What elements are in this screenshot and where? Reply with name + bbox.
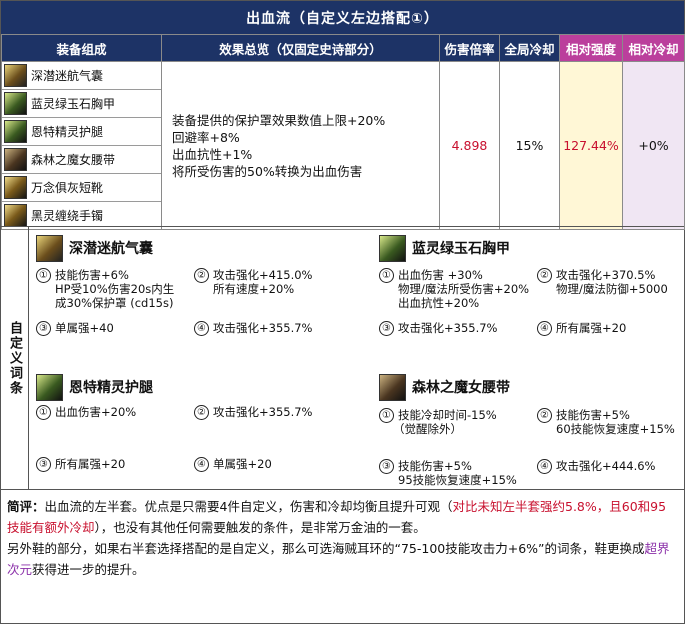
term-line: ③ 单属强+40 (36, 321, 114, 336)
header-effect: 效果总览（仅固定史诗部分） (161, 34, 440, 62)
term-line: ① 技能伤害+6% (36, 268, 129, 283)
belt-icon (4, 148, 27, 171)
term-line: ② 攻击强化+370.5% (537, 268, 656, 283)
term-line: 60技能恢复速度+15% (556, 422, 675, 436)
equipment-item: 深潜迷航气囊 (2, 62, 161, 90)
term-line: 出血抗性+20% (398, 296, 480, 310)
custom-terms-section: 自定义词条 深潜迷航气囊 ① 技能伤害+6% HP受10%伤害20s内生 成30%… (1, 226, 684, 489)
term-line: 成30%保护罩 (cd15s) (55, 296, 174, 310)
rel-cooldown-value: +0% (622, 61, 685, 230)
comment-text: 另外鞋的部分，如果右半套选择搭配的是自定义，那么可选海贼耳环的“75-100技能… (7, 541, 645, 556)
header-rel-cooldown: 相对冷却 (622, 34, 685, 62)
term-line: ② 技能伤害+5% (537, 408, 630, 423)
damage-value: 4.898 (439, 61, 500, 230)
page-title: 出血流（自定义左边搭配①） (1, 1, 684, 34)
chestplate-icon (379, 234, 406, 262)
term-line: ④ 攻击强化+355.7% (194, 321, 313, 336)
equipment-item: 恩特精灵护腿 (2, 118, 161, 146)
header-rel-strength: 相对强度 (559, 34, 623, 62)
term-line: ① 技能冷却时间-15% (379, 408, 497, 423)
term-line: ② 攻击强化+415.0% (194, 268, 313, 283)
term-line: ① 出血伤害 +30% (379, 268, 483, 283)
leggings-icon (36, 373, 63, 401)
equipment-item: 蓝灵绿玉石胸甲 (2, 90, 161, 118)
equipment-item: 森林之魔女腰带 (2, 146, 161, 174)
term-line: ④ 所有属强+20 (537, 321, 626, 336)
custom-item-legs: 恩特精灵护腿 (36, 372, 153, 402)
bracelet-icon (4, 204, 27, 227)
custom-item-airbag: 深潜迷航气囊 (36, 233, 153, 263)
build-card: 出血流（自定义左边搭配①） 装备组成 效果总览（仅固定史诗部分） 伤害倍率 全局… (0, 0, 685, 624)
header-row: 装备组成 效果总览（仅固定史诗部分） 伤害倍率 全局冷却 相对强度 相对冷却 (1, 34, 685, 62)
comment-text: 获得进一步的提升。 (32, 562, 145, 577)
custom-terms-label: 自定义词条 (1, 227, 29, 489)
term-line: ③ 所有属强+20 (36, 457, 125, 472)
term-line: ① 出血伤害+20% (36, 405, 136, 420)
equipment-list: 深潜迷航气囊 蓝灵绿玉石胸甲 恩特精灵护腿 森林之魔女腰带 万念俱灰短靴 黑灵缠… (1, 61, 162, 230)
summary-table: 装备组成 效果总览（仅固定史诗部分） 伤害倍率 全局冷却 相对强度 相对冷却 深… (1, 34, 685, 230)
term-line: ③ 攻击强化+355.7% (379, 321, 498, 336)
custom-item-belt: 森林之魔女腰带 (379, 372, 510, 402)
term-line: ③ 技能伤害+5% (379, 459, 472, 474)
cooldown-value: 15% (499, 61, 560, 230)
chestplate-icon (4, 92, 27, 115)
term-line: （觉醒除外） (393, 422, 462, 436)
header-equip: 装备组成 (1, 34, 162, 62)
term-line: ④ 攻击强化+444.6% (537, 459, 656, 474)
comment-text: 出血流的左半套。优点是只需要4件自定义，伤害和冷却均衡且提升可观（ (44, 499, 453, 514)
rel-strength-value: 127.44% (559, 61, 623, 230)
belt-icon (379, 373, 406, 401)
comment-label: 简评： (7, 499, 45, 514)
equipment-item: 万念俱灰短靴 (2, 174, 161, 202)
summary-row: 深潜迷航气囊 蓝灵绿玉石胸甲 恩特精灵护腿 森林之魔女腰带 万念俱灰短靴 黑灵缠… (1, 61, 685, 230)
leggings-icon (4, 120, 27, 143)
term-line: 物理/魔法防御+5000 (556, 282, 668, 296)
airbag-icon (36, 234, 63, 262)
header-damage: 伤害倍率 (439, 34, 500, 62)
term-line: ② 攻击强化+355.7% (194, 405, 313, 420)
header-cooldown: 全局冷却 (499, 34, 560, 62)
term-line: ④ 单属强+20 (194, 457, 272, 472)
term-line: 95技能恢复速度+15% (398, 473, 517, 487)
equipment-item: 黑灵缠绕手镯 (2, 202, 161, 229)
comment-text: ），也没有其他任何需要触发的条件，是非常万金油的一套。 (94, 520, 426, 535)
comment-section: 简评：出血流的左半套。优点是只需要4件自定义，伤害和冷却均衡且提升可观（对比未知… (1, 489, 684, 623)
term-line: 所有速度+20% (213, 282, 295, 296)
custom-item-chest: 蓝灵绿玉石胸甲 (379, 233, 510, 263)
airbag-icon (4, 64, 27, 87)
boots-icon (4, 176, 27, 199)
effect-summary: 装备提供的保护罩效果数值上限+20% 回避率+8% 出血抗性+1% 将所受伤害的… (161, 61, 440, 230)
term-line: HP受10%伤害20s内生 (55, 282, 175, 296)
term-line: 物理/魔法所受伤害+20% (398, 282, 530, 296)
